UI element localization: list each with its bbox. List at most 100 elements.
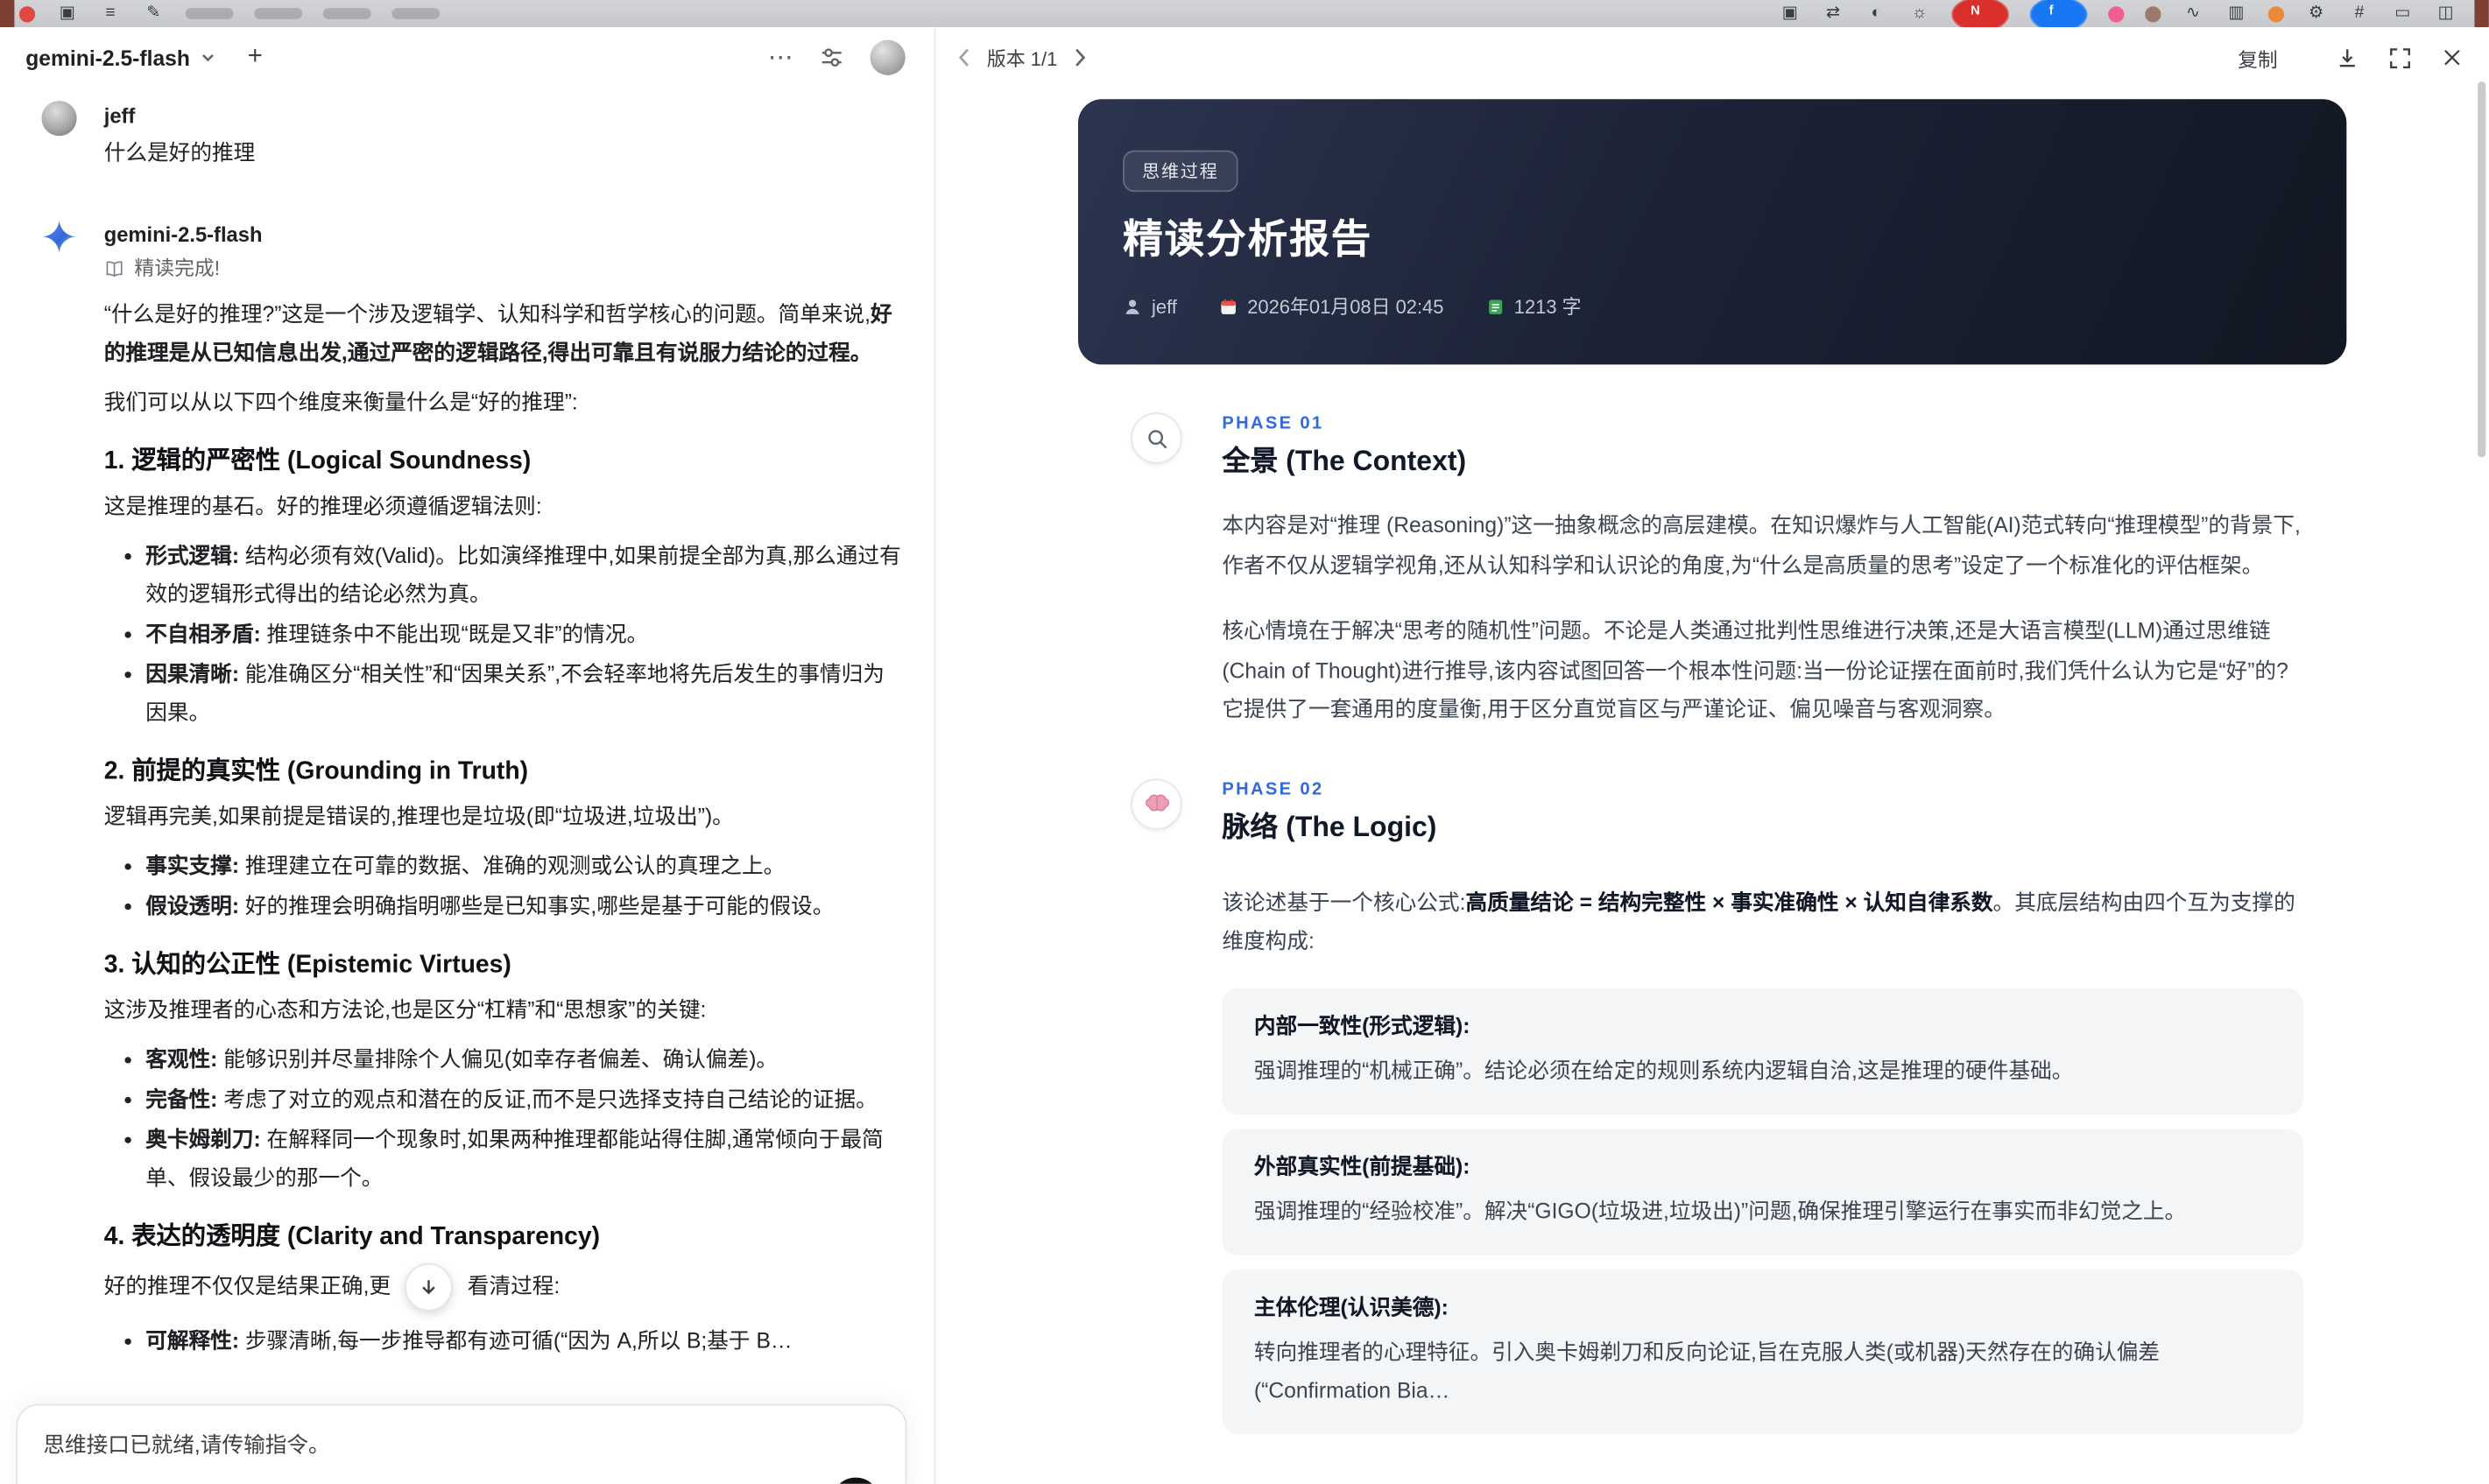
wallpaper-corner bbox=[2474, 0, 2489, 28]
bullet-item: 完备性: 考虑了对立的观点和潜在的反证,而不是只选择支持自己结论的证据。 bbox=[124, 1081, 905, 1120]
report-hero: 思维过程 精读分析报告 jeff 2026年01月08日 02:45 1213 … bbox=[1077, 99, 2347, 365]
phase-title: 全景 (The Context) bbox=[1222, 444, 1467, 477]
brain-icon bbox=[1131, 777, 1182, 829]
menu-lines-icon[interactable]: ≡ bbox=[99, 3, 122, 25]
preview-panel: 版本 1/1 复制 思维过程 精读分析报告 jeff 2026年01月08日 0… bbox=[935, 27, 2489, 1484]
composer-status-text[interactable]: 思维接口已就绪,请传输指令。 bbox=[43, 1426, 879, 1459]
phase-paragraph: 核心情境在于解决“思考的随机性”问题。不论是人类通过批判性思维进行决策,还是大语… bbox=[1222, 618, 2288, 721]
orange-app-icon[interactable] bbox=[2267, 5, 2285, 22]
phase-label: PHASE 01 bbox=[1222, 414, 1324, 433]
composer[interactable]: 思维接口已就绪,请传输指令。 bbox=[16, 1403, 907, 1484]
control-center-icon[interactable]: ◫ bbox=[2435, 3, 2457, 25]
wave-icon[interactable]: ∿ bbox=[2182, 3, 2204, 25]
phase-paragraph: 该论述基于一个核心公式:高质量结论 = 结构完整性 × 事实准确性 × 认知自律… bbox=[1222, 890, 2295, 953]
sender-name: jeff bbox=[103, 103, 136, 129]
message-text: 什么是好的推理 bbox=[103, 140, 256, 165]
hash-icon[interactable]: # bbox=[2348, 3, 2371, 25]
book-icon bbox=[104, 258, 125, 279]
wallpaper-corner bbox=[0, 0, 15, 28]
bullet-item: 奥卡姆剃刀: 在解释同一个现象时,如果两种推理都能站得住脚,通常倾向于最简单、假… bbox=[124, 1121, 905, 1198]
phase-label: PHASE 02 bbox=[1222, 779, 1324, 799]
section-title: 1. 逻辑的严密性 (Logical Soundness) bbox=[103, 447, 532, 475]
section-desc: 逻辑再完美,如果前提是错误的,推理也是垃圾(即“垃圾进,垃圾出”)。 bbox=[103, 804, 734, 829]
pen-icon[interactable]: ✎ bbox=[143, 3, 166, 25]
report-title: 精读分析报告 bbox=[1123, 217, 1373, 263]
new-chat-button[interactable]: + bbox=[248, 43, 263, 72]
window-icon[interactable]: ▣ bbox=[1779, 3, 1802, 25]
bullet-list: 事实支撑: 推理建立在可靠的数据、准确的观测或公认的真理之上。 假设透明: 好的… bbox=[104, 847, 906, 925]
section-desc: 这涉及推理者的心态和方法论,也是区分“杠精”和“思想家”的关键: bbox=[103, 997, 707, 1023]
screen: ▣ ≡ ✎ ▣ ⇄ ◐ ☼ N f ∿ ▥ ⚙ # ▭ ◫ gemini-2.5… bbox=[0, 0, 2489, 1484]
chat-header: gemini-2.5-flash + ⋯ bbox=[0, 27, 934, 88]
phase-title: 脉络 (The Logic) bbox=[1222, 810, 1437, 842]
fullscreen-icon[interactable] bbox=[2388, 46, 2412, 69]
section-title: 2. 前提的真实性 (Grounding in Truth) bbox=[103, 757, 529, 785]
phase-paragraph: 本内容是对“推理 (Reasoning)”这一抽象概念的高层建模。在知识爆炸与人… bbox=[1222, 513, 2301, 577]
bullet-list: 客观性: 能够识别并尽量排除个人偏见(如幸存者偏差、确认偏差)。 完备性: 考虑… bbox=[104, 1041, 906, 1198]
report-badge: 思维过程 bbox=[1123, 150, 1238, 193]
scrollbar-thumb[interactable] bbox=[2478, 81, 2486, 458]
assistant-message: gemini-2.5-flash 精读完成! “什么是好的推理?”这是一个涉及逻… bbox=[41, 219, 905, 1370]
calendar-icon bbox=[1218, 297, 1237, 316]
magnifier-icon bbox=[1131, 412, 1182, 464]
chevron-right-icon[interactable] bbox=[1070, 45, 1089, 70]
phase-section-1: PHASE 01 全景 (The Context) 本内容是对“推理 (Reas… bbox=[1078, 412, 2346, 730]
assistant-paragraph: 我们可以从以下四个维度来衡量什么是“好的推理”: bbox=[103, 390, 578, 415]
spark-icon[interactable]: ☼ bbox=[1908, 3, 1931, 25]
chevron-down-icon[interactable] bbox=[200, 50, 215, 66]
dimension-card: 内部一致性(形式逻辑): 强调推理的“机械正确”。结论必须在给定的规则系统内逻辑… bbox=[1222, 987, 2304, 1115]
bullet-item: 因果清晰: 能准确区分“相关性”和“因果关系”,不会轻率地将先后发生的事情归为因… bbox=[124, 656, 905, 733]
swap-icon[interactable]: ⇄ bbox=[1822, 3, 1844, 25]
report-date: 2026年01月08日 02:45 bbox=[1218, 292, 1443, 320]
user-avatar bbox=[41, 101, 77, 137]
bullet-item: 假设透明: 好的推理会明确指明哪些是已知事实,哪些是基于可能的假设。 bbox=[124, 888, 905, 926]
section-desc: 这是推理的基石。好的推理必须遵循逻辑法则: bbox=[103, 494, 542, 518]
brown-app-icon[interactable] bbox=[2145, 5, 2161, 22]
menu-item-blurred bbox=[185, 8, 234, 19]
assistant-status: 精读完成! bbox=[104, 254, 906, 283]
sender-name: gemini-2.5-flash bbox=[103, 222, 263, 247]
gemini-star-icon bbox=[41, 219, 76, 254]
model-selector[interactable]: gemini-2.5-flash bbox=[25, 46, 190, 69]
columns-icon[interactable]: ▥ bbox=[2225, 3, 2248, 25]
apps-grid-icon[interactable]: ▣ bbox=[56, 3, 79, 25]
scroll-to-bottom-button[interactable] bbox=[405, 1262, 454, 1312]
pink-app-icon[interactable] bbox=[2108, 5, 2125, 22]
report-word-count: 1213 字 bbox=[1485, 292, 1582, 320]
close-icon[interactable] bbox=[2441, 46, 2464, 69]
assistant-paragraph: “什么是好的推理?”这是一个涉及逻辑学、认知科学和哲学核心的问题。简单来说,好的… bbox=[103, 302, 892, 365]
menu-item-blurred bbox=[391, 8, 441, 19]
menubar: ▣ ≡ ✎ ▣ ⇄ ◐ ☼ N f ∿ ▥ ⚙ # ▭ ◫ bbox=[0, 0, 2489, 32]
bullet-item: 客观性: 能够识别并尽量排除个人偏见(如幸存者偏差、确认偏差)。 bbox=[124, 1041, 905, 1080]
download-icon[interactable] bbox=[2336, 46, 2359, 69]
copy-button[interactable]: 复制 bbox=[2238, 42, 2278, 73]
report-meta: jeff 2026年01月08日 02:45 1213 字 bbox=[1123, 292, 2302, 320]
bullet-list: 可解释性: 步骤清晰,每一步推导都有迹可循(“因为 A,所以 B;基于 B… bbox=[104, 1322, 906, 1361]
word-count-icon bbox=[1485, 297, 1505, 316]
assistant-content: “什么是好的推理?”这是一个涉及逻辑学、认知科学和哲学核心的问题。简单来说,好的… bbox=[104, 296, 906, 1361]
chevron-left-icon[interactable] bbox=[955, 45, 974, 70]
menu-item-blurred bbox=[322, 8, 371, 19]
user-message: jeff 什么是好的推理 bbox=[41, 101, 905, 171]
version-label: 版本 1/1 bbox=[986, 46, 1058, 70]
dimension-card: 外部真实性(前提基础): 强调推理的“经验校准”。解决“GIGO(垃圾进,垃圾出… bbox=[1222, 1128, 2304, 1255]
record-icon[interactable] bbox=[18, 5, 36, 22]
chat-panel: gemini-2.5-flash + ⋯ jeff 什么是好的推理 gemini… bbox=[0, 27, 936, 1484]
bullet-list: 形式逻辑: 结构必须有效(Valid)。比如演绎推理中,如果前提全部为真,那么通… bbox=[104, 538, 906, 733]
filter-sliders-button[interactable] bbox=[819, 45, 844, 70]
more-options-button[interactable]: ⋯ bbox=[768, 41, 793, 74]
bullet-item: 形式逻辑: 结构必须有效(Valid)。比如演绎推理中,如果前提全部为真,那么通… bbox=[124, 538, 905, 615]
section-desc: 好的推理不仅仅是结果正确,更 看清过程: bbox=[104, 1262, 906, 1312]
section-title: 3. 认知的公正性 (Epistemic Virtues) bbox=[103, 951, 511, 979]
phase-section-2: PHASE 02 脉络 (The Logic) 该论述基于一个核心公式:高质量结… bbox=[1078, 777, 2346, 1434]
user-icon bbox=[1123, 297, 1142, 316]
dimension-cards: 内部一致性(形式逻辑): 强调推理的“机械正确”。结论必须在给定的规则系统内逻辑… bbox=[1222, 987, 2304, 1434]
bullet-item: 事实支撑: 推理建立在可靠的数据、准确的观测或公认的真理之上。 bbox=[124, 847, 905, 886]
report-document: 思维过程 精读分析报告 jeff 2026年01月08日 02:45 1213 … bbox=[935, 88, 2488, 1483]
account-avatar[interactable] bbox=[870, 39, 906, 75]
contrast-icon[interactable]: ◐ bbox=[1865, 3, 1888, 25]
dimension-card: 主体伦理(认识美德): 转向推理者的心理特征。引入奥卡姆剃刀和反向论证,旨在克服… bbox=[1222, 1269, 2304, 1434]
bullet-item: 不自相矛盾: 推理链条中不能出现“既是又非”的情况。 bbox=[124, 615, 905, 654]
gear-icon[interactable]: ⚙ bbox=[2305, 3, 2328, 25]
battery-icon[interactable]: ▭ bbox=[2391, 3, 2414, 25]
